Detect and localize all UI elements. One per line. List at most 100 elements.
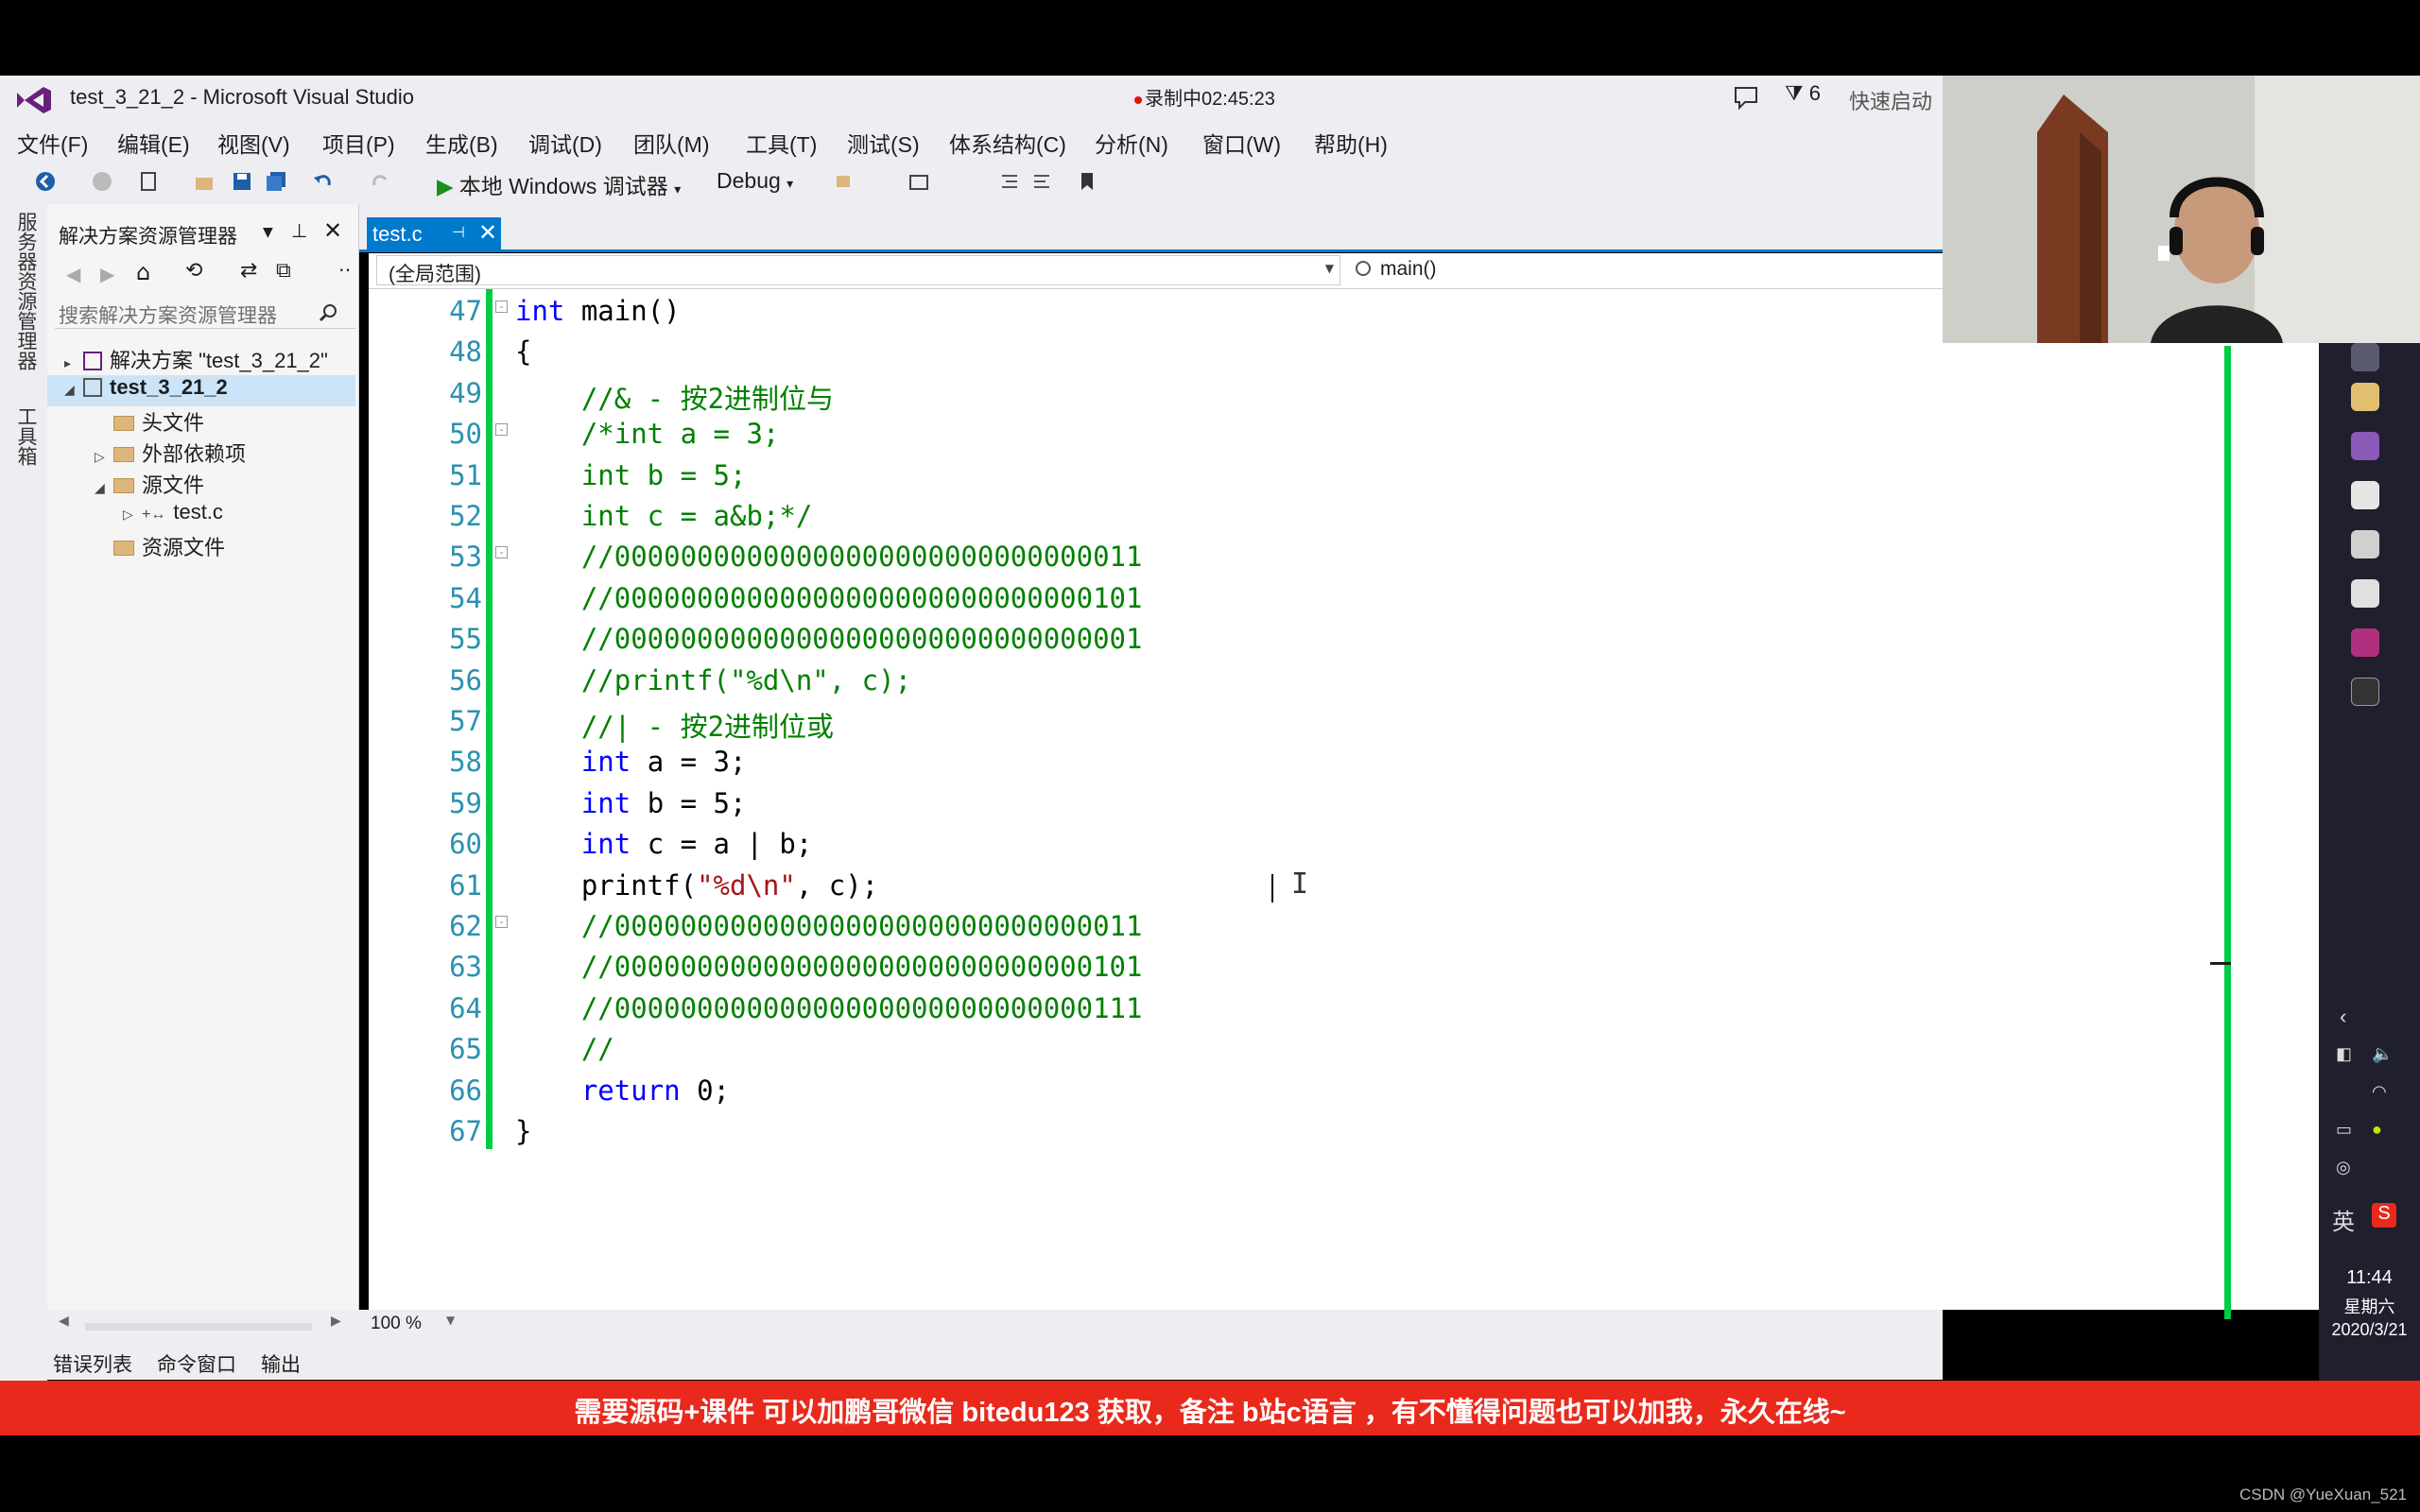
paint-icon[interactable] <box>2351 628 2379 657</box>
solution-search-input[interactable]: 搜索解决方案资源管理器 <box>55 297 355 329</box>
code-line[interactable]: 50- /*int a = 3; <box>369 412 2165 453</box>
visual-studio-taskbar-icon[interactable] <box>2351 432 2379 460</box>
close-icon[interactable]: ✕ <box>478 219 497 246</box>
tray-expand-icon[interactable]: ‹ <box>2340 1005 2346 1029</box>
scope-dropdown[interactable]: (全局范围) ▼ <box>376 255 1340 285</box>
code-line[interactable]: 61 printf("%d\n", c); <box>369 864 2165 904</box>
fold-toggle-icon[interactable]: - <box>495 301 508 313</box>
tree-expander-icon[interactable]: ◢ <box>64 382 83 398</box>
code-line[interactable]: 47 - int main() <box>369 289 2165 330</box>
code-line[interactable]: 57 //| - 按2进制位或 <box>369 699 2165 743</box>
tab-error-list[interactable]: 错误列表 <box>53 1349 132 1378</box>
tree-expander-icon[interactable]: ◢ <box>95 480 113 496</box>
code-line[interactable]: 55 //00000000000000000000000000000001 <box>369 617 2165 658</box>
back-icon[interactable]: ◀ <box>66 263 80 285</box>
function-dropdown[interactable]: main() <box>1344 255 1940 285</box>
volume-icon[interactable]: 🔈 <box>2372 1044 2393 1064</box>
tree-item[interactable]: ▸ 解决方案 "test_3_21_2" <box>47 344 355 375</box>
save-all-icon[interactable] <box>265 170 287 193</box>
menu-debug[interactable]: 调试(D) <box>528 127 602 159</box>
sync-icon[interactable]: ⇄ <box>240 259 257 283</box>
tree-item[interactable]: ◢ test_3_21_2 <box>47 375 355 406</box>
quick-launch-input[interactable]: 快速启动 <box>1849 85 1932 115</box>
menu-build[interactable]: 生成(B) <box>425 127 498 159</box>
menu-test[interactable]: 测试(S) <box>847 127 920 159</box>
more-icon[interactable]: ‥ <box>338 253 351 276</box>
menu-analyze[interactable]: 分析(N) <box>1095 127 1168 159</box>
history-icon[interactable]: ⟲ <box>185 259 202 283</box>
fold-toggle-icon[interactable]: - <box>495 546 508 559</box>
tree-item[interactable]: ◢ 源文件 <box>47 469 355 500</box>
chevron-down-icon[interactable]: ▼ <box>263 225 273 240</box>
code-editor[interactable]: 47- int main() 48{49 //& - 按2进制位与 50- /*int… <box>369 289 2321 1319</box>
tree-item[interactable]: ▷ 外部依赖项 <box>47 438 355 469</box>
collapse-all-icon[interactable]: ⧉ <box>276 259 291 283</box>
pin-icon[interactable]: ⊥ <box>291 219 307 242</box>
fold-toggle-icon[interactable]: - <box>495 423 508 437</box>
home-icon[interactable]: ⌂ <box>136 259 150 285</box>
sogou-input-icon[interactable]: S <box>2372 1203 2396 1228</box>
menu-help[interactable]: 帮助(H) <box>1314 127 1388 159</box>
code-line[interactable]: 62 - //00000000000000000000000000000011 <box>369 904 2165 945</box>
find-icon[interactable] <box>834 170 856 193</box>
zoom-level[interactable]: 100 % <box>371 1314 422 1334</box>
fold-toggle-icon[interactable]: - <box>495 916 508 928</box>
menu-edit[interactable]: 编辑(E) <box>117 127 190 159</box>
tree-item[interactable]: ▷ +↔ test.c <box>47 500 355 531</box>
photos-icon[interactable] <box>2351 579 2379 608</box>
close-icon[interactable]: ✕ <box>323 217 342 244</box>
code-line[interactable]: 56 //printf("%d\n", c); <box>369 659 2165 699</box>
code-line[interactable]: 52 int c = a&b;*/ <box>369 494 2165 535</box>
menu-view[interactable]: 视图(V) <box>217 127 290 159</box>
solution-configuration-select[interactable]: Debug ▾ <box>717 168 793 194</box>
clock-time[interactable]: 11:44 <box>2319 1267 2420 1289</box>
notification-icon[interactable] <box>1732 83 1760 112</box>
new-project-icon[interactable] <box>138 170 161 193</box>
scroll-right-icon[interactable]: ▶ <box>331 1314 341 1329</box>
menu-tools[interactable]: 工具(T) <box>746 127 817 159</box>
code-line[interactable]: 60 int c = a | b; <box>369 822 2165 863</box>
menu-team[interactable]: 团队(M) <box>633 127 709 159</box>
bookmark-icon[interactable] <box>1076 170 1098 193</box>
code-line[interactable]: 64 //00000000000000000000000000000111 <box>369 987 2165 1027</box>
solution-view-icon[interactable] <box>908 170 930 193</box>
code-line[interactable]: 65 // <box>369 1027 2165 1068</box>
app-icon[interactable] <box>2351 343 2379 371</box>
scroll-left-icon[interactable]: ◀ <box>59 1314 69 1329</box>
chevron-down-icon[interactable]: ▼ <box>446 1314 455 1327</box>
menu-window[interactable]: 窗口(W) <box>1202 127 1281 159</box>
code-line[interactable]: 51 int b = 5; <box>369 454 2165 494</box>
code-line[interactable]: 53- //00000000000000000000000000000011 <box>369 535 2165 576</box>
horizontal-scrollbar-track[interactable] <box>85 1323 312 1331</box>
wifi-icon[interactable]: ◠ <box>2372 1082 2387 1102</box>
open-file-icon[interactable] <box>193 170 216 193</box>
battery-icon[interactable]: ▭ <box>2336 1120 2352 1140</box>
code-line[interactable]: 48 { <box>369 330 2165 370</box>
terminal-icon[interactable] <box>2351 678 2379 706</box>
tray-app-icon[interactable]: ◧ <box>2336 1044 2352 1064</box>
save-icon[interactable] <box>231 170 253 193</box>
redo-icon[interactable] <box>369 170 391 193</box>
tab-test-c[interactable]: test.c ⊣ ✕ <box>367 217 501 251</box>
notification-filter[interactable]: ⧩ 6 <box>1785 81 1821 106</box>
back-icon[interactable] <box>34 170 57 193</box>
code-line[interactable]: 49 //& - 按2进制位与 <box>369 371 2165 415</box>
tab-output[interactable]: 输出 <box>261 1349 301 1378</box>
code-line[interactable]: 67} <box>369 1109 2165 1150</box>
toolbox-tab[interactable]: 工具箱 <box>11 406 40 466</box>
code-line[interactable]: 66 return 0; <box>369 1069 2165 1109</box>
start-debugging-button[interactable]: ▶ 本地 Windows 调试器 ▾ <box>437 168 681 200</box>
tree-expander-icon[interactable]: ▸ <box>64 355 83 371</box>
search-icon[interactable] <box>318 302 338 323</box>
tree-item[interactable]: 资源文件 <box>47 531 355 562</box>
code-line[interactable]: 58 int a = 3; <box>369 740 2165 781</box>
scrollbar-thumb[interactable] <box>2210 962 2231 965</box>
menu-project[interactable]: 项目(P) <box>322 127 395 159</box>
code-line[interactable]: 63 //00000000000000000000000000000101 <box>369 945 2165 986</box>
tree-expander-icon[interactable]: ▷ <box>95 449 113 465</box>
indent-icon[interactable] <box>1030 170 1053 193</box>
chat-app-icon[interactable] <box>2351 481 2379 509</box>
code-line[interactable]: 54 //00000000000000000000000000000101 <box>369 576 2165 617</box>
tree-item[interactable]: 头文件 <box>47 406 355 438</box>
tab-command-window[interactable]: 命令窗口 <box>157 1349 236 1378</box>
